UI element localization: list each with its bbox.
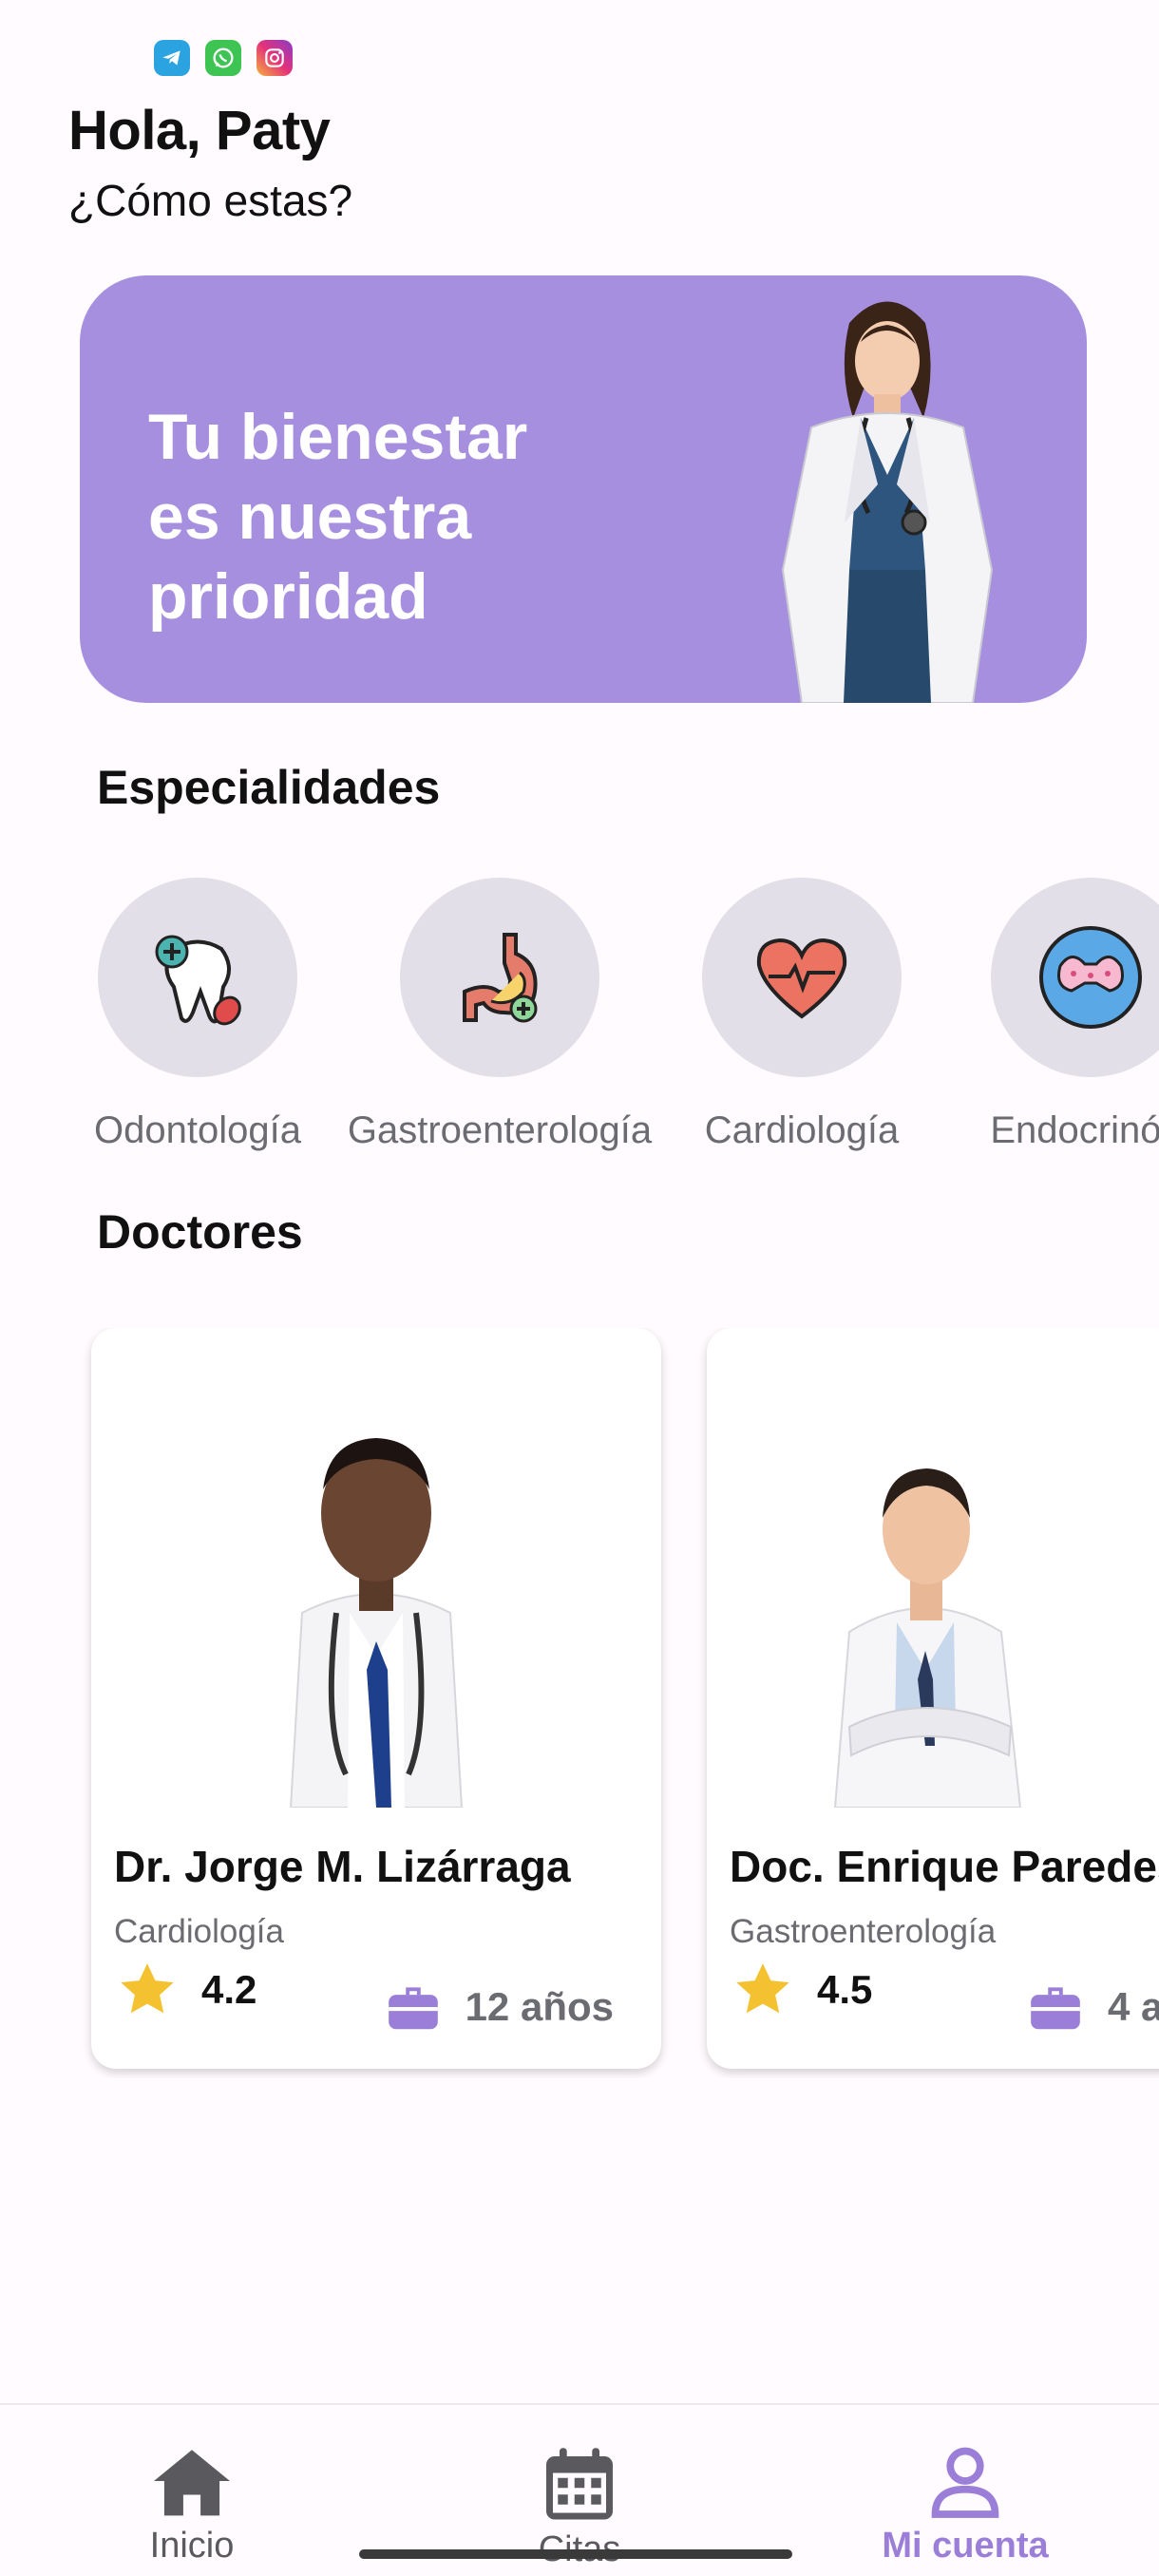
doctor-rating: 4.5 [730, 1957, 872, 2023]
specialty-label: Cardiología [704, 1109, 900, 1151]
heart-icon [756, 938, 847, 1019]
nav-item-mi-cuenta[interactable]: Mi cuenta [842, 2443, 1089, 2567]
specialty-circle [991, 878, 1159, 1077]
briefcase-icon [1031, 1987, 1080, 2030]
doctor-card[interactable]: Dr. Jorge M. Lizárraga Cardiología 4.2 1… [91, 1328, 661, 2069]
star-icon [121, 1963, 174, 2014]
specialties-title: Especialidades [97, 761, 441, 814]
instagram-icon[interactable] [256, 40, 293, 76]
specialty-circle [400, 878, 599, 1077]
account-icon [931, 2447, 999, 2518]
banner-text: Tu bienestar es nuestra prioridad [148, 397, 585, 636]
system-home-indicator[interactable] [359, 2549, 792, 2559]
telegram-icon[interactable] [154, 40, 190, 76]
doctor-photo [707, 1328, 1159, 1808]
greeting-subtitle: ¿Cómo estas? [68, 176, 353, 225]
specialty-circle [702, 878, 902, 1077]
banner-line-1: Tu bienestar [148, 401, 528, 473]
doctor-name: Dr. Jorge M. Lizárraga [114, 1842, 571, 1891]
doctor-rating: 4.2 [114, 1957, 256, 2023]
banner-line-2: es nuestra [148, 481, 472, 553]
specialty-odontologia[interactable]: Odontología [36, 878, 359, 1152]
doctors-carousel[interactable]: Dr. Jorge M. Lizárraga Cardiología 4.2 1… [0, 1328, 1159, 2078]
doctors-title: Doctores [97, 1205, 303, 1259]
home-icon [154, 2450, 230, 2516]
rating-value: 4.5 [817, 1967, 873, 2012]
specialty-circle [98, 878, 297, 1077]
star-icon [736, 1963, 789, 2014]
specialty-cardiologia[interactable]: Cardiología [640, 878, 963, 1152]
nav-item-inicio[interactable]: Inicio [68, 2443, 315, 2567]
specialty-label: Gastroenterología [347, 1109, 653, 1151]
tooth-icon [155, 935, 241, 1026]
experience-value: 12 años [465, 1984, 614, 2029]
specialty-gastroenterologia[interactable]: Gastroenterología [338, 878, 661, 1152]
wellness-banner[interactable]: Tu bienestar es nuestra prioridad [80, 275, 1087, 703]
nav-label: Mi cuenta [882, 2526, 1049, 2566]
doctor-name: Doc. Enrique Paredes [730, 1842, 1159, 1891]
calendar-icon [546, 2448, 613, 2520]
specialty-label: Endocrinólo [990, 1109, 1159, 1151]
greeting: Hola, Paty [68, 100, 331, 161]
specialty-endocrinologia[interactable]: Endocrinólo [929, 878, 1159, 1152]
doctor-experience: 4 a [1026, 1979, 1159, 2035]
banner-line-3: prioridad [148, 560, 428, 633]
rating-value: 4.2 [201, 1967, 257, 2012]
doctor-experience: 12 años [384, 1979, 614, 2035]
social-icons [154, 40, 293, 76]
specialty-label: Odontología [94, 1109, 301, 1151]
doctor-card[interactable]: Doc. Enrique Paredes Gastroenterología 4… [707, 1328, 1159, 2069]
doctor-specialty: Gastroenterología [730, 1913, 997, 1950]
specialties-carousel[interactable]: Odontología Gastroenterología Cardiologí… [0, 878, 1159, 1163]
nav-label: Inicio [149, 2526, 235, 2566]
doctor-illustration [781, 301, 994, 703]
whatsapp-icon[interactable] [205, 40, 241, 76]
doctor-photo [91, 1328, 661, 1808]
thyroid-icon [1039, 926, 1142, 1029]
experience-value: 4 a [1108, 1984, 1159, 2029]
stomach-icon [463, 933, 538, 1023]
briefcase-icon [388, 1987, 438, 2030]
doctor-specialty: Cardiología [114, 1913, 284, 1950]
